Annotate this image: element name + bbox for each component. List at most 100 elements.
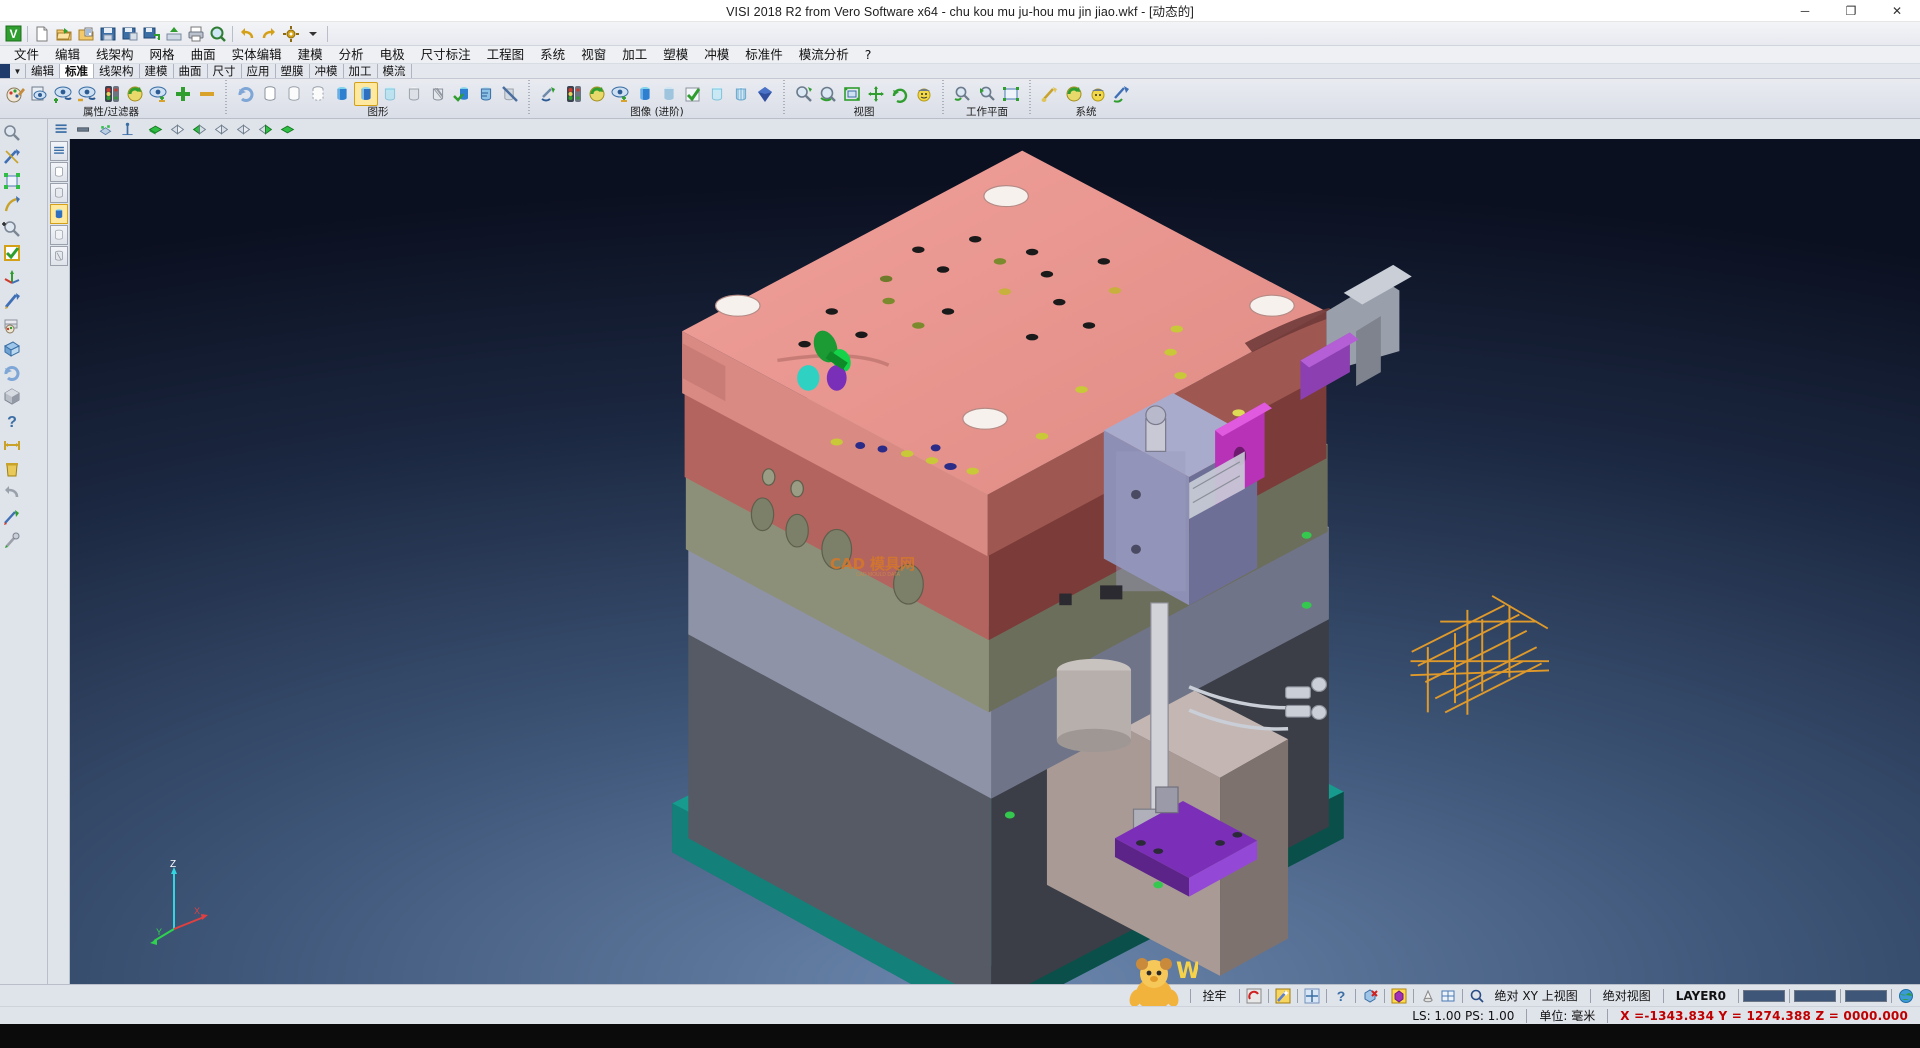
menu-item-7[interactable]: 分析 — [331, 46, 372, 64]
color-swatch-1[interactable] — [1743, 990, 1785, 1002]
system-calc-icon[interactable] — [1086, 82, 1110, 106]
print-preview-icon[interactable] — [207, 23, 229, 45]
view-axis-icon[interactable] — [116, 120, 138, 139]
ribbon-tab-5[interactable]: 尺寸 — [208, 64, 242, 78]
color-swatch-3[interactable] — [1845, 990, 1887, 1002]
menu-item-13[interactable]: 加工 — [614, 46, 655, 64]
hidden-line-icon[interactable] — [282, 82, 306, 106]
redo-icon[interactable] — [258, 23, 280, 45]
system-window-icon[interactable] — [1110, 82, 1134, 106]
menu-item-2[interactable]: 线架构 — [88, 46, 142, 64]
restore-button[interactable]: ❐ — [1828, 0, 1874, 22]
apply-display-icon[interactable] — [681, 82, 705, 106]
dock-tab-solids[interactable] — [50, 183, 68, 203]
ribbon-tab-1[interactable]: 标准 — [60, 64, 94, 78]
menu-item-0[interactable]: 文件 — [6, 46, 47, 64]
workplane-move-icon[interactable] — [975, 82, 999, 106]
measure-distance-icon[interactable] — [0, 433, 24, 457]
shaded-icon[interactable] — [330, 82, 354, 106]
dock-tab-tools[interactable] — [50, 246, 68, 266]
solid-display2-icon[interactable] — [657, 82, 681, 106]
toggle-blank-icon[interactable] — [609, 82, 633, 106]
dock-tab-layers[interactable] — [50, 141, 68, 161]
transform-box-icon[interactable] — [0, 169, 24, 193]
snap-magic-icon[interactable] — [1273, 987, 1293, 1005]
solid-cube-icon[interactable] — [0, 385, 24, 409]
dock-tab-properties[interactable] — [50, 162, 68, 182]
menu-item-9[interactable]: 尺寸标注 — [413, 46, 479, 64]
overflow-chevron-icon[interactable] — [302, 23, 324, 45]
traffic-filter-icon[interactable] — [561, 82, 585, 106]
view-face-icon[interactable] — [912, 82, 936, 106]
view-top-icon[interactable] — [188, 120, 210, 139]
toggle-visibility-icon[interactable] — [147, 82, 171, 106]
menu-item-18[interactable]: ? — [857, 46, 880, 64]
add-layer-icon[interactable] — [171, 82, 195, 106]
zoom-dynamic-icon[interactable] — [816, 82, 840, 106]
snap-cube-icon[interactable] — [1389, 987, 1409, 1005]
ribbon-tab-8[interactable]: 冲模 — [310, 64, 344, 78]
zoom-select-icon[interactable] — [0, 217, 24, 241]
flat-shade-icon[interactable] — [402, 82, 426, 106]
blank-entities-icon[interactable] — [537, 82, 561, 106]
dock-tab-features[interactable] — [50, 225, 68, 245]
hide-entities-icon[interactable] — [75, 82, 99, 106]
absolute-view-label[interactable]: 绝对视图 — [1595, 987, 1659, 1004]
tools-icon[interactable] — [0, 529, 24, 553]
pan-icon[interactable] — [864, 82, 888, 106]
open-file-icon[interactable] — [53, 23, 75, 45]
menu-item-17[interactable]: 模流分析 — [791, 46, 857, 64]
snap-cone-icon[interactable] — [1418, 987, 1438, 1005]
menu-item-1[interactable]: 编辑 — [47, 46, 88, 64]
settings-icon[interactable] — [280, 23, 302, 45]
menu-item-6[interactable]: 建模 — [290, 46, 331, 64]
ribbon-tab-0[interactable]: 编辑 — [26, 64, 60, 78]
ribbon-tab-4[interactable]: 曲面 — [174, 64, 208, 78]
section-view-icon[interactable] — [426, 82, 450, 106]
view-left-icon[interactable] — [232, 120, 254, 139]
ribbon-tab-2[interactable]: 线架构 — [94, 64, 140, 78]
system-config-icon[interactable] — [1038, 82, 1062, 106]
export-icon[interactable] — [163, 23, 185, 45]
select-entity-icon[interactable] — [0, 121, 24, 145]
close-button[interactable]: ✕ — [1874, 0, 1920, 22]
ribbon-tab-7[interactable]: 塑膜 — [276, 64, 310, 78]
hidden-dashed-icon[interactable] — [306, 82, 330, 106]
color-swatch-2[interactable] — [1794, 990, 1836, 1002]
ribbon-tab-10[interactable]: 模流 — [378, 64, 412, 78]
transparent-icon[interactable] — [378, 82, 402, 106]
snap-help-icon[interactable]: ? — [1331, 987, 1351, 1005]
menu-item-11[interactable]: 系统 — [532, 46, 573, 64]
redraw-icon[interactable] — [234, 82, 258, 106]
menu-item-5[interactable]: 实体编辑 — [224, 46, 290, 64]
regen-view-icon[interactable] — [0, 361, 24, 385]
menu-item-8[interactable]: 电极 — [372, 46, 413, 64]
menu-item-16[interactable]: 标准件 — [737, 46, 791, 64]
menu-item-10[interactable]: 工程图 — [479, 46, 533, 64]
transparency-icon[interactable] — [705, 82, 729, 106]
menu-item-12[interactable]: 视窗 — [573, 46, 614, 64]
workplane-align-icon[interactable] — [999, 82, 1023, 106]
confirm-check-icon[interactable] — [0, 241, 24, 265]
help-query-icon[interactable]: ? — [0, 409, 24, 433]
save-all-icon[interactable] — [141, 23, 163, 45]
menu-item-4[interactable]: 曲面 — [183, 46, 224, 64]
draw-line-icon[interactable] — [0, 145, 24, 169]
regen-icon[interactable] — [585, 82, 609, 106]
show-entities-icon[interactable] — [51, 82, 75, 106]
ribbon-tab-6[interactable]: 应用 — [242, 64, 276, 78]
ribbon-tab-3[interactable]: 建模 — [140, 64, 174, 78]
tabstrip-dropdown-icon[interactable]: ▼ — [10, 64, 26, 78]
remove-layer-icon[interactable] — [195, 82, 219, 106]
annotate-icon[interactable] — [0, 505, 24, 529]
zoom-window-icon[interactable] — [792, 82, 816, 106]
edge-display-icon[interactable] — [729, 82, 753, 106]
snap-intersect-icon[interactable] — [1302, 987, 1322, 1005]
view-right-icon[interactable] — [210, 120, 232, 139]
layer-label[interactable]: LAYER0 — [1668, 989, 1734, 1003]
filter-traffic-icon[interactable] — [99, 82, 123, 106]
undo-icon[interactable] — [236, 23, 258, 45]
3d-viewport[interactable]: CAD 模具网 CAD MOULD DATA Z — [70, 139, 1920, 984]
system-layers-icon[interactable] — [1062, 82, 1086, 106]
shade-settings-icon[interactable] — [474, 82, 498, 106]
